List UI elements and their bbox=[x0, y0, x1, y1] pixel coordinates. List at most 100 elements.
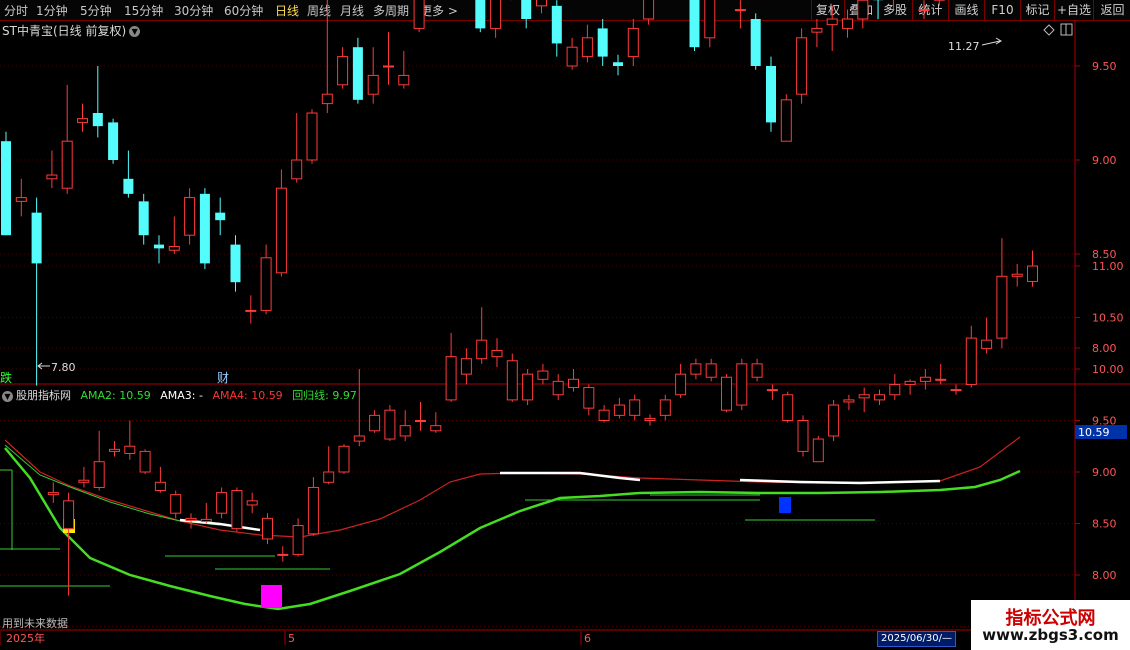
candle-body bbox=[306, 112, 318, 161]
main-candle bbox=[613, 54, 623, 76]
indicator-candle bbox=[568, 369, 579, 392]
indicator-candle bbox=[552, 374, 564, 400]
candle-body bbox=[199, 193, 210, 264]
candle-body bbox=[460, 358, 472, 375]
candle-body bbox=[291, 159, 303, 180]
indicator-candle bbox=[751, 358, 763, 382]
watermark: 指标公式网 www.zbgs3.com bbox=[971, 600, 1130, 650]
candle-body bbox=[384, 409, 396, 440]
main-candle bbox=[184, 188, 196, 245]
candle-body bbox=[904, 380, 916, 385]
chart-canvas[interactable]: 11.0010.5010.009.509.008.508.00 11.0010.… bbox=[0, 0, 1130, 650]
candle-body bbox=[124, 445, 136, 454]
candle-body bbox=[367, 74, 379, 95]
candle-body bbox=[981, 339, 993, 349]
indicator-candle bbox=[78, 466, 90, 488]
indicator-candle bbox=[460, 348, 472, 385]
high-annotation: 11.27 bbox=[948, 37, 1002, 53]
time-label-may: 5 bbox=[288, 632, 295, 645]
candle-body bbox=[139, 450, 151, 473]
candle-body bbox=[383, 65, 394, 68]
main-candle bbox=[245, 295, 257, 324]
low-annotation: 7.80 bbox=[37, 361, 76, 374]
main-candle bbox=[337, 47, 349, 89]
candle-body bbox=[826, 18, 838, 26]
indicator-candle bbox=[1027, 250, 1038, 287]
candle-body bbox=[828, 404, 840, 437]
main-candle bbox=[31, 197, 42, 386]
indicator-candle bbox=[139, 449, 151, 475]
indicator-candle bbox=[935, 363, 947, 385]
candle-body bbox=[398, 74, 410, 86]
main-candle bbox=[873, 0, 884, 19]
high-price-label: 11.27 bbox=[948, 40, 980, 53]
candle-body bbox=[797, 420, 809, 452]
candle-body bbox=[598, 409, 610, 422]
candle-body bbox=[15, 197, 27, 202]
main-candles[interactable] bbox=[1, 0, 1006, 386]
candle-body bbox=[92, 113, 103, 127]
candle-body bbox=[629, 399, 641, 416]
indicator-candle bbox=[124, 420, 136, 460]
candle-body bbox=[200, 518, 212, 522]
main-candle bbox=[811, 19, 823, 48]
candle-body bbox=[77, 118, 88, 123]
main-candle bbox=[933, 0, 945, 6]
main-candle bbox=[643, 0, 655, 25]
candle-body bbox=[231, 490, 243, 530]
candle-body bbox=[521, 0, 532, 20]
indicator-candle bbox=[491, 338, 503, 367]
candle-body bbox=[78, 479, 90, 483]
ama2-line bbox=[4, 444, 221, 526]
finance-marker[interactable]: 财 bbox=[217, 371, 229, 385]
main-candle bbox=[581, 24, 593, 63]
candle-body bbox=[123, 178, 134, 194]
candle-body bbox=[704, 0, 716, 39]
candle-body bbox=[168, 245, 180, 251]
candle-body bbox=[260, 257, 272, 311]
indicator-candle bbox=[828, 399, 840, 442]
candle-body bbox=[292, 525, 304, 555]
candle-body bbox=[918, 9, 930, 12]
candle-body bbox=[262, 517, 273, 540]
candle-body bbox=[796, 37, 808, 95]
main-candle bbox=[1, 131, 11, 236]
candle-body bbox=[721, 376, 732, 411]
indicator-candle bbox=[1011, 263, 1023, 287]
indicator-candle bbox=[262, 513, 273, 545]
diamond-icon[interactable] bbox=[1043, 24, 1055, 36]
candle-body bbox=[689, 0, 700, 48]
indicator-candle bbox=[904, 379, 916, 395]
candle-body bbox=[996, 275, 1008, 339]
price-tick-label: 9.00 bbox=[1092, 154, 1117, 167]
candle-body bbox=[277, 553, 289, 556]
candle-body bbox=[170, 494, 182, 514]
indicator-candle bbox=[506, 353, 518, 402]
candle-body bbox=[321, 93, 333, 105]
indicator-candle bbox=[965, 325, 977, 388]
candle-body bbox=[230, 244, 241, 283]
candle-body bbox=[415, 420, 426, 422]
candle-body bbox=[751, 363, 763, 378]
main-candle bbox=[750, 13, 761, 70]
main-candle bbox=[842, 9, 853, 38]
indicator-candle bbox=[996, 238, 1008, 349]
candle-body bbox=[475, 0, 486, 29]
main-candle bbox=[413, 0, 425, 33]
candle-body bbox=[919, 376, 931, 382]
indicator-candle bbox=[843, 394, 855, 411]
candle-body bbox=[216, 492, 228, 514]
indicator-candle bbox=[63, 492, 75, 596]
candle-body bbox=[551, 5, 562, 44]
main-candle bbox=[61, 84, 73, 194]
indicator-candle bbox=[766, 384, 778, 400]
sell-signal-marker bbox=[779, 497, 791, 513]
candle-body bbox=[857, 0, 869, 20]
candle-body bbox=[413, 0, 425, 29]
candle-body bbox=[780, 99, 792, 142]
indicator-candle bbox=[246, 492, 258, 514]
main-candle bbox=[475, 0, 486, 33]
candle-body bbox=[490, 0, 502, 29]
main-candle bbox=[230, 235, 241, 292]
candle-body bbox=[613, 404, 625, 416]
